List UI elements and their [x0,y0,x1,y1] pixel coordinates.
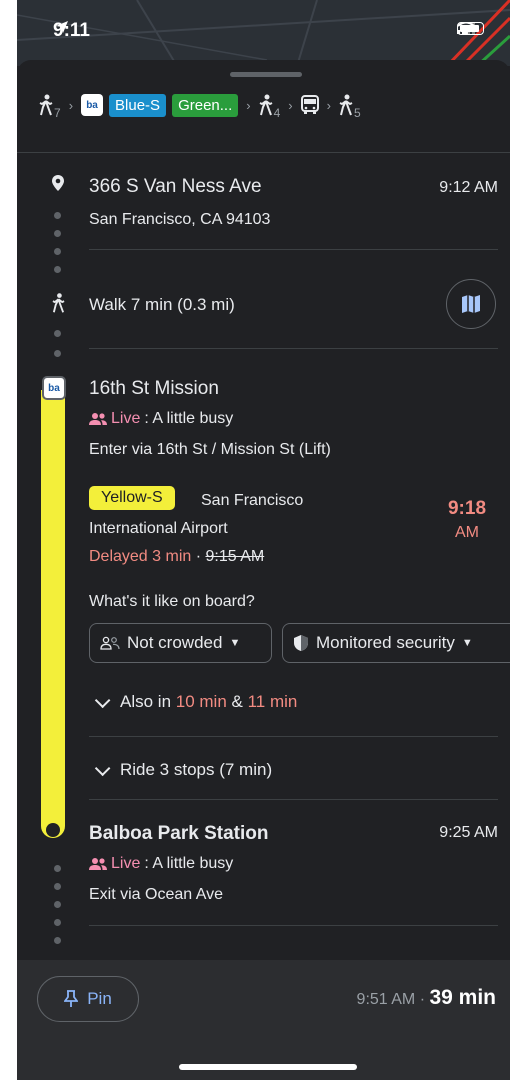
people-icon [89,413,107,425]
route-walk-step: 4 [259,94,280,120]
timeline-dot [54,901,61,908]
origin-city: San Francisco, CA 94103 [89,211,271,228]
battery-icon [457,22,484,35]
crowded-dropdown[interactable]: Not crowded ▼ [89,623,272,663]
timeline-dot [54,937,61,944]
divider [17,152,510,153]
station-entrance: Enter via 16th St / Mission St (Lift) [89,441,331,458]
chevron-right-icon: › [326,97,331,113]
home-indicator[interactable] [179,1064,357,1070]
route-summary[interactable]: 7 › ba Blue-S Green... › 4 › › 5 [39,90,361,120]
divider [89,925,498,926]
live-label: Live [111,410,141,427]
walk-icon [259,94,273,116]
divider [89,799,498,800]
divider [89,736,498,737]
timeline-dot [54,919,61,926]
line-chip-green: Green... [172,93,239,117]
bart-logo-icon: ba [81,94,104,116]
shield-icon [294,635,308,651]
map-roads [17,0,510,66]
delay-status: Delayed 3 min · 9:15 AM [89,548,265,565]
chevron-down-icon [94,760,111,776]
divider [89,249,498,250]
route-walk-step: 7 [39,94,61,120]
timeline-dot [54,266,61,273]
crowded-value: Not crowded [127,633,223,652]
people-outline-icon [100,636,120,650]
departure-hour: 9:18 [447,498,487,519]
chevron-right-icon: › [246,97,251,113]
destination-name: Balboa Park Station [89,823,269,844]
departure-ampm: AM [455,524,479,541]
bus-icon [300,95,319,114]
onboard-question: What's it like on board? [89,593,255,610]
walk-label: Walk 7 min (0.3 mi) [89,295,235,314]
crowd-status: : A little busy [144,855,234,872]
station-name: 16th St Mission [89,378,219,399]
timeline-dot [54,212,61,219]
destination-live-crowd: Live: A little busy [89,855,233,873]
status-time: 9:11 [53,20,90,41]
also-in-row[interactable]: Also in 10 min & 11 min [94,692,298,712]
walk-minutes: 7 [54,106,61,120]
train-destination-2: International Airport [89,520,228,537]
bart-station-icon: ba [42,376,66,400]
timeline-dot [54,350,61,357]
line-chip-blue: Blue-S [109,93,167,117]
security-value: Monitored security [316,633,455,652]
pin-button[interactable]: Pin [37,976,139,1022]
station-live-crowd: Live: A little busy [89,410,233,428]
trip-summary: 9:51 AM · 39 min [357,986,496,1010]
pin-icon [64,990,79,1007]
departure-time: 9:18 AM [441,498,493,542]
timeline-dot [54,230,61,237]
destination-time: 9:25 AM [439,824,498,841]
crowd-status: : A little busy [144,410,234,427]
map-button[interactable] [446,279,496,329]
drag-handle[interactable] [230,72,302,77]
train-destination-1: San Francisco [201,492,304,509]
line-chip-yellow: Yellow-S [89,486,175,510]
chevron-down-icon [94,692,111,708]
directions-sheet: 7 › ba Blue-S Green... › 4 › › 5 ba 366 … [17,60,510,1080]
chevron-right-icon: › [68,97,74,113]
route-walk-step: 5 [339,94,361,120]
map-icon [462,295,480,313]
origin-address: 366 S Van Ness Ave [89,176,262,197]
ride-stops-row[interactable]: Ride 3 stops (7 min) [94,760,273,780]
timeline-end-dot [46,823,60,837]
timeline-dot [54,883,61,890]
security-dropdown[interactable]: Monitored security ▼ [282,623,510,663]
trip-duration: 39 min [429,986,496,1009]
walk-minutes: 4 [273,106,281,120]
phone-screen: 9:11 7 › ba Blue-S Green... › 4 › › 5 ba… [17,0,510,1080]
also-in-text: Also in 10 min & 11 min [120,692,298,711]
chevron-right-icon: › [288,97,293,113]
bottom-bar: Pin 9:51 AM · 39 min [17,960,510,1080]
live-label: Live [111,855,141,872]
timeline-dot [54,865,61,872]
original-time: 9:15 AM [205,548,265,565]
location-pin-icon [52,175,64,191]
caret-down-icon: ▼ [229,637,241,649]
location-arrow-icon [56,21,68,33]
walk-minutes: 5 [353,106,361,120]
ride-stops-text: Ride 3 stops (7 min) [120,760,273,779]
timeline-dot [54,330,61,337]
origin-time: 9:12 AM [439,179,498,196]
divider [89,348,498,349]
walk-icon [339,94,353,116]
walk-icon [52,293,65,313]
status-icons [457,22,484,35]
map-preview[interactable]: 9:11 [17,0,510,66]
caret-down-icon: ▼ [461,637,473,649]
transit-line-yellow [41,390,65,838]
pin-label: Pin [87,989,112,1008]
walk-icon [39,94,53,116]
timeline-dot [54,248,61,255]
destination-exit: Exit via Ocean Ave [89,886,223,903]
arrival-time: 9:51 AM · [356,991,430,1008]
people-icon [89,858,107,870]
